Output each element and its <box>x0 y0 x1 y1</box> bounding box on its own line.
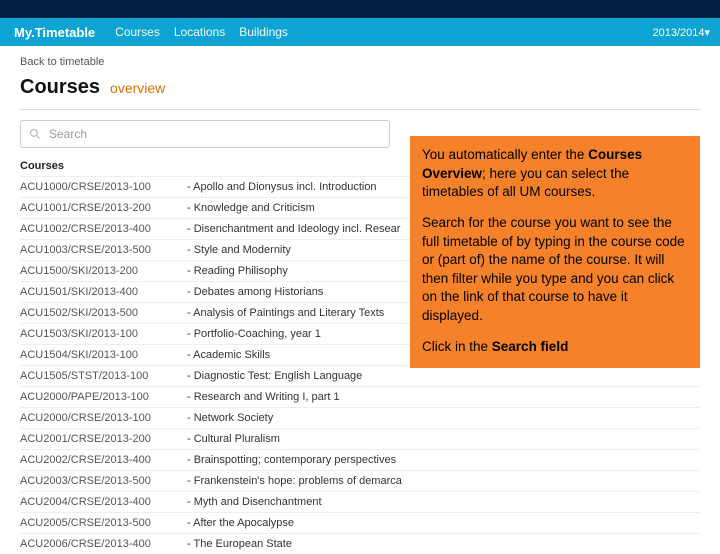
course-title: - Research and Writing I, part 1 <box>187 391 700 403</box>
course-code: ACU1500/SKI/2013-200 <box>20 265 175 277</box>
course-code: ACU2002/CRSE/2013-400 <box>20 454 175 466</box>
course-code: ACU1002/CRSE/2013-400 <box>20 223 175 235</box>
year-selector[interactable]: 2013/2014▾ <box>642 26 720 39</box>
course-code: ACU1000/CRSE/2013-100 <box>20 181 175 193</box>
callout-p1: You automatically enter the Courses Over… <box>422 146 688 202</box>
course-title: - Diagnostic Test: English Language <box>187 370 700 382</box>
course-code: ACU1505/STST/2013-100 <box>20 370 175 382</box>
page-subtitle: overview <box>110 80 165 96</box>
page-heading: Courses overview <box>0 76 720 105</box>
search-input[interactable]: Search <box>20 120 390 148</box>
course-code: ACU2001/CRSE/2013-200 <box>20 433 175 445</box>
brand-logo[interactable]: My.Timetable <box>0 25 109 40</box>
course-row[interactable]: ACU2002/CRSE/2013-400 - Brainspotting; co… <box>20 449 700 470</box>
course-code: ACU1001/CRSE/2013-200 <box>20 202 175 214</box>
help-callout: You automatically enter the Courses Over… <box>410 136 700 368</box>
course-code: ACU1504/SKI/2013-100 <box>20 349 175 361</box>
course-row[interactable]: ACU2000/PAPE/2013-100 - Research and Writ… <box>20 386 700 407</box>
top-banner <box>0 0 720 18</box>
course-row[interactable]: ACU2004/CRSE/2013-400 - Myth and Disencha… <box>20 491 700 512</box>
nav-link-courses[interactable]: Courses <box>115 25 160 39</box>
course-title: - After the Apocalypse <box>187 517 700 529</box>
search-icon <box>29 128 41 140</box>
course-title: - Cultural Pluralism <box>187 433 700 445</box>
nav-link-buildings[interactable]: Buildings <box>239 25 288 39</box>
back-link[interactable]: Back to timetable <box>0 46 720 76</box>
course-title: - Network Society <box>187 412 700 424</box>
callout-p3: Click in the Search field <box>422 338 688 357</box>
search-placeholder: Search <box>49 127 87 141</box>
course-code: ACU1003/CRSE/2013-500 <box>20 244 175 256</box>
course-code: ACU1501/SKI/2013-400 <box>20 286 175 298</box>
nav-link-locations[interactable]: Locations <box>174 25 225 39</box>
course-code: ACU1503/SKI/2013-100 <box>20 328 175 340</box>
course-row[interactable]: ACU2006/CRSE/2013-400- The European Stat… <box>20 533 700 554</box>
course-code: ACU2000/PAPE/2013-100 <box>20 391 175 403</box>
navbar: My.Timetable Courses Locations Buildings… <box>0 18 720 46</box>
course-row[interactable]: ACU2003/CRSE/2013-500 - Frankenstein's ho… <box>20 470 700 491</box>
course-title: - Brainspotting; contemporary perspectiv… <box>187 454 700 466</box>
course-row[interactable]: ACU2001/CRSE/2013-200 - Cultural Pluralis… <box>20 428 700 449</box>
page-title: Courses <box>20 76 100 99</box>
course-code: ACU2003/CRSE/2013-500 <box>20 475 175 487</box>
course-code: ACU2000/CRSE/2013-100 <box>20 412 175 424</box>
course-title: - Frankenstein's hope: problems of demar… <box>187 475 700 487</box>
course-row[interactable]: ACU2005/CRSE/2013-500 - After the Apocaly… <box>20 512 700 533</box>
course-code: ACU2004/CRSE/2013-400 <box>20 496 175 508</box>
callout-p2: Search for the course you want to see th… <box>422 214 688 326</box>
divider <box>20 109 700 110</box>
course-code: ACU1502/SKI/2013-500 <box>20 307 175 319</box>
course-title: - Myth and Disenchantment <box>187 496 700 508</box>
nav-links: Courses Locations Buildings <box>109 25 288 39</box>
course-code: ACU2005/CRSE/2013-500 <box>20 517 175 529</box>
course-row[interactable]: ACU2000/CRSE/2013-100 - Network Society <box>20 407 700 428</box>
